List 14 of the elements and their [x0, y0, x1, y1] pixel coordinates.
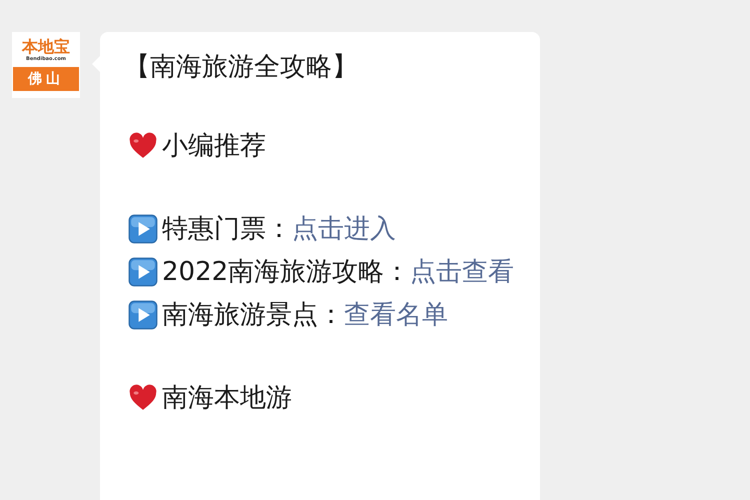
section-heading: 南海本地游: [162, 382, 292, 415]
link[interactable]: 点击查看: [410, 257, 514, 287]
city-label: 佛山: [13, 67, 79, 91]
link[interactable]: 查看名单: [344, 300, 448, 330]
play-icon: [128, 257, 158, 287]
link[interactable]: 点击进入: [292, 214, 396, 244]
item-text: 南海旅游景点：查看名单: [162, 299, 449, 332]
play-icon: [128, 300, 158, 330]
section-heading: 小编推荐: [162, 130, 266, 163]
item-text: 特惠门票：点击进入: [162, 213, 397, 246]
message-title: 【南海旅游全攻略】: [124, 51, 359, 84]
logo-text: 本地宝: [22, 38, 70, 56]
item-text: 2022南海旅游攻略：点击查看: [162, 256, 516, 289]
play-icon: [128, 214, 158, 244]
